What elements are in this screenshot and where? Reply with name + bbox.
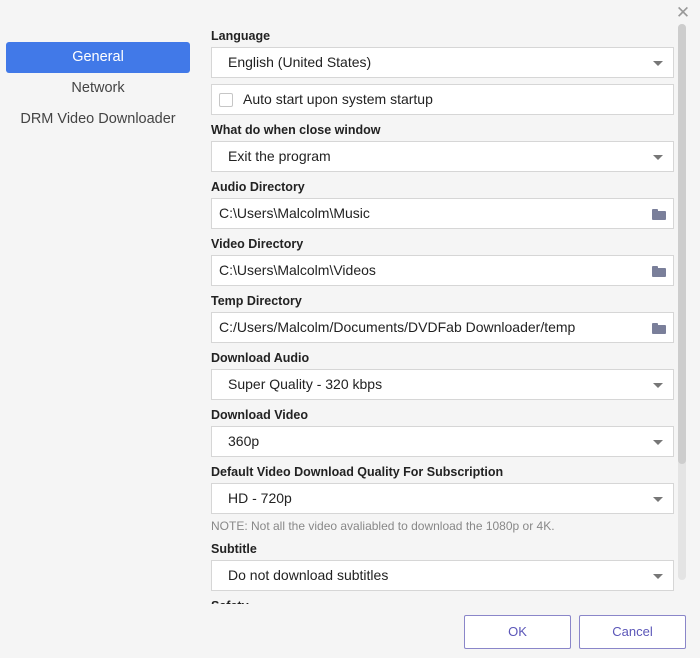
folder-icon[interactable] [652,323,666,334]
subtitle-value: Do not download subtitles [228,567,389,583]
auto-start-row[interactable]: Auto start upon system startup [211,84,674,115]
close-window-label: What do when close window [211,123,381,137]
folder-icon[interactable] [652,209,666,220]
chevron-down-icon [653,155,663,160]
chevron-down-icon [653,383,663,388]
close-icon[interactable]: ✕ [674,4,692,22]
language-value: English (United States) [228,54,372,70]
audio-directory-value: C:\Users\Malcolm\Music [219,205,370,221]
download-video-select[interactable]: 360p [211,426,674,457]
safety-label: Safety [211,594,674,604]
language-label: Language [211,29,271,43]
scrollbar-thumb[interactable] [678,24,686,464]
auto-start-checkbox[interactable] [219,93,233,107]
video-directory-field[interactable]: C:\Users\Malcolm\Videos [211,255,674,286]
vertical-scrollbar[interactable] [678,24,686,580]
download-audio-value: Super Quality - 320 kbps [228,376,383,392]
temp-directory-label: Temp Directory [211,294,302,308]
settings-sidebar: General Network DRM Video Downloader [6,42,190,135]
video-directory-label: Video Directory [211,237,304,251]
sidebar-item-general[interactable]: General [6,42,190,73]
sidebar-item-drm-video-downloader[interactable]: DRM Video Downloader [6,104,190,135]
download-video-label: Download Video [211,408,308,422]
chevron-down-icon [653,61,663,66]
auto-start-label: Auto start upon system startup [243,91,433,107]
chevron-down-icon [653,497,663,502]
chevron-down-icon [653,440,663,445]
language-select[interactable]: English (United States) [211,47,674,78]
sidebar-item-network[interactable]: Network [6,73,190,104]
subtitle-label: Subtitle [211,542,257,556]
audio-directory-field[interactable]: C:\Users\Malcolm\Music [211,198,674,229]
video-directory-value: C:\Users\Malcolm\Videos [219,262,376,278]
download-audio-label: Download Audio [211,351,310,365]
subscription-quality-value: HD - 720p [228,490,292,506]
ok-button[interactable]: OK [464,615,571,649]
close-window-select[interactable]: Exit the program [211,141,674,172]
download-video-value: 360p [228,433,260,449]
subscription-quality-select[interactable]: HD - 720p [211,483,674,514]
temp-directory-value: C:/Users/Malcolm/Documents/DVDFab Downlo… [219,319,576,335]
cancel-button[interactable]: Cancel [579,615,686,649]
quality-note: NOTE: Not all the video avaliabled to do… [211,519,555,533]
temp-directory-field[interactable]: C:/Users/Malcolm/Documents/DVDFab Downlo… [211,312,674,343]
download-audio-select[interactable]: Super Quality - 320 kbps [211,369,674,400]
chevron-down-icon [653,574,663,579]
subtitle-select[interactable]: Do not download subtitles [211,560,674,591]
folder-icon[interactable] [652,266,666,277]
settings-panel: Language English (United States) Auto st… [211,24,674,604]
close-window-value: Exit the program [228,148,331,164]
subscription-quality-label: Default Video Download Quality For Subsc… [211,465,504,479]
audio-directory-label: Audio Directory [211,180,305,194]
